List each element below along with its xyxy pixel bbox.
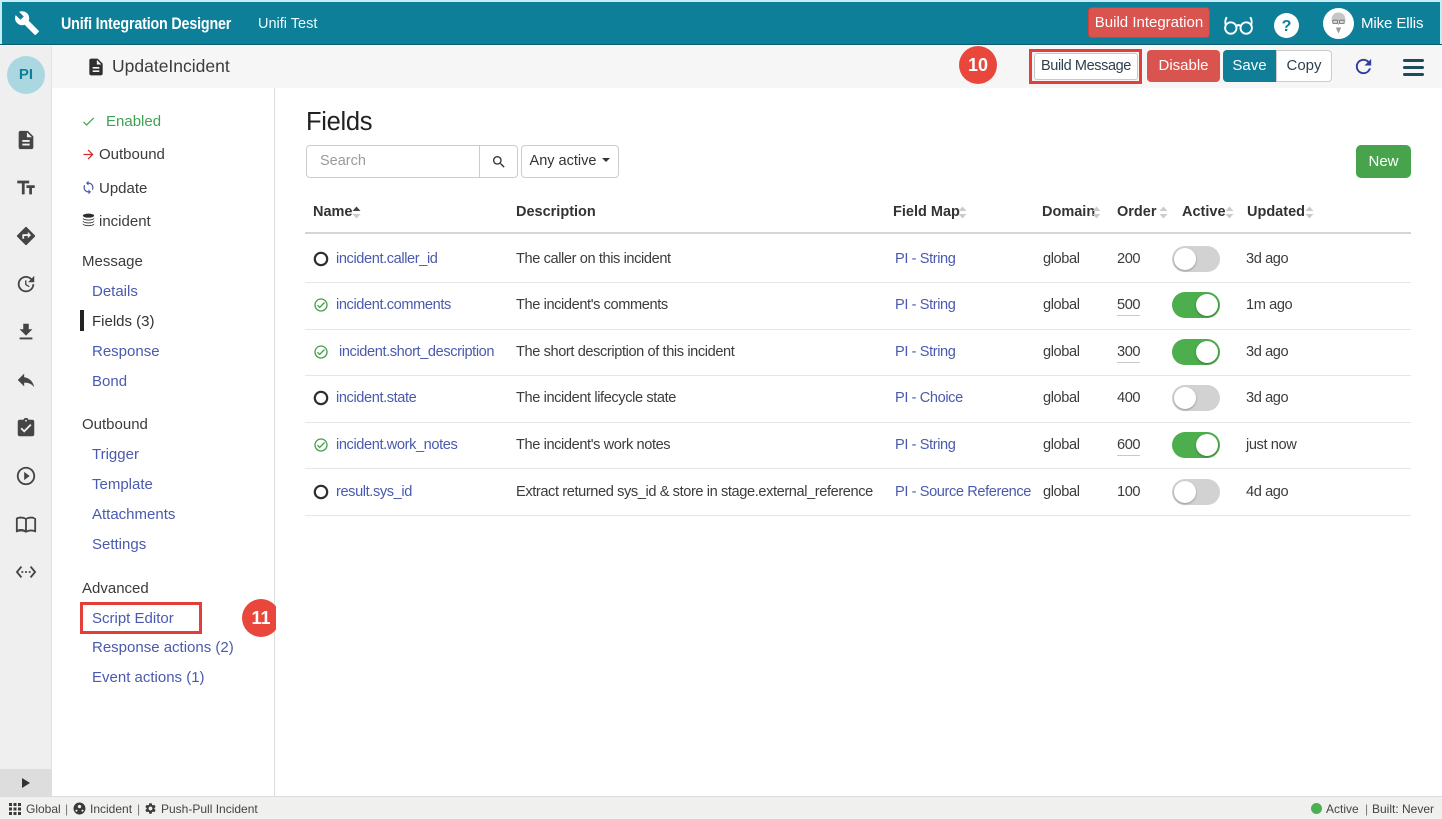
svg-text:?: ? [1282, 18, 1292, 35]
